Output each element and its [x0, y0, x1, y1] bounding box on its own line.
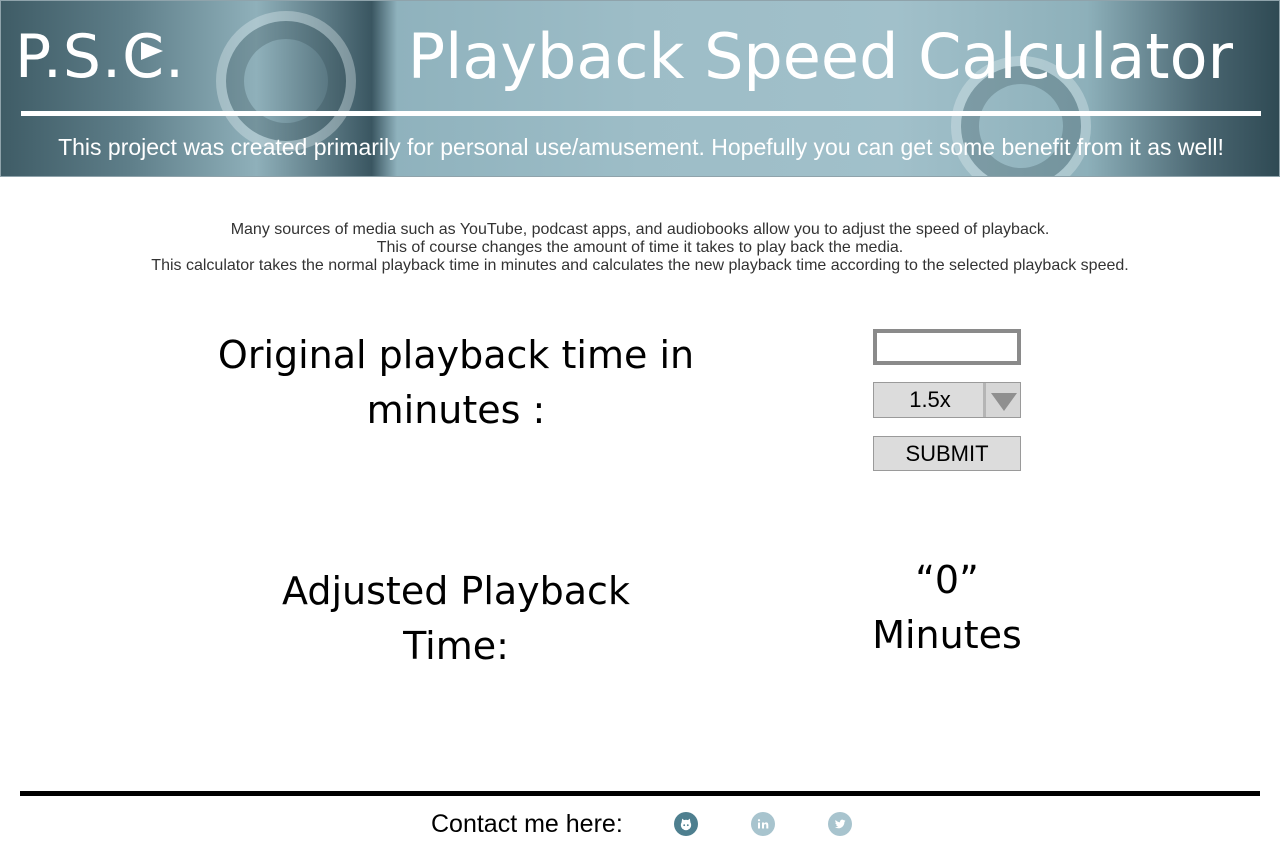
adjusted-time-label: Adjusted Playback Time: — [206, 564, 706, 674]
header-tagline: This project was created primarily for p… — [58, 134, 1224, 160]
intro-line: This of course changes the amount of tim… — [376, 239, 904, 256]
adjusted-time-unit: Minutes — [872, 613, 1022, 657]
twitter-icon — [834, 819, 846, 829]
speed-select-toggle[interactable] — [983, 383, 1020, 417]
page-header: P.S.C. Playback Speed Calculator This pr… — [0, 0, 1280, 177]
chevron-down-icon — [991, 393, 1017, 411]
minutes-input[interactable] — [873, 329, 1021, 365]
footer-divider — [20, 791, 1260, 796]
page-title: Playback Speed Calculator — [407, 20, 1233, 93]
adjusted-time-label-line: Time: — [403, 624, 509, 668]
intro-text: Many sources of media such as YouTube, p… — [0, 221, 1280, 275]
original-time-label-line: minutes : — [366, 388, 546, 432]
linkedin-link[interactable] — [751, 812, 775, 836]
intro-line: This calculator takes the normal playbac… — [151, 257, 1129, 274]
github-icon — [680, 818, 692, 831]
linkedin-icon — [757, 819, 769, 829]
tape-reel-left-graphic — [216, 11, 356, 151]
github-link[interactable] — [674, 812, 698, 836]
contact-label: Contact me here: — [431, 810, 623, 838]
adjusted-time-value: “0” — [915, 558, 979, 602]
original-time-label: Original playback time in minutes : — [206, 328, 706, 438]
submit-button[interactable]: SUBMIT — [873, 436, 1021, 471]
adjusted-time-label-line: Adjusted Playback — [282, 569, 630, 613]
speed-select-value: 1.5x — [909, 387, 951, 412]
original-time-label-line: Original playback time in — [217, 333, 695, 377]
header-divider — [21, 111, 1261, 116]
intro-line: Many sources of media such as YouTube, p… — [230, 221, 1050, 238]
play-icon — [141, 42, 163, 60]
speed-select[interactable]: 1.5x — [873, 382, 1021, 418]
twitter-link[interactable] — [828, 812, 852, 836]
adjusted-time-result: “0” Minutes — [847, 553, 1047, 663]
